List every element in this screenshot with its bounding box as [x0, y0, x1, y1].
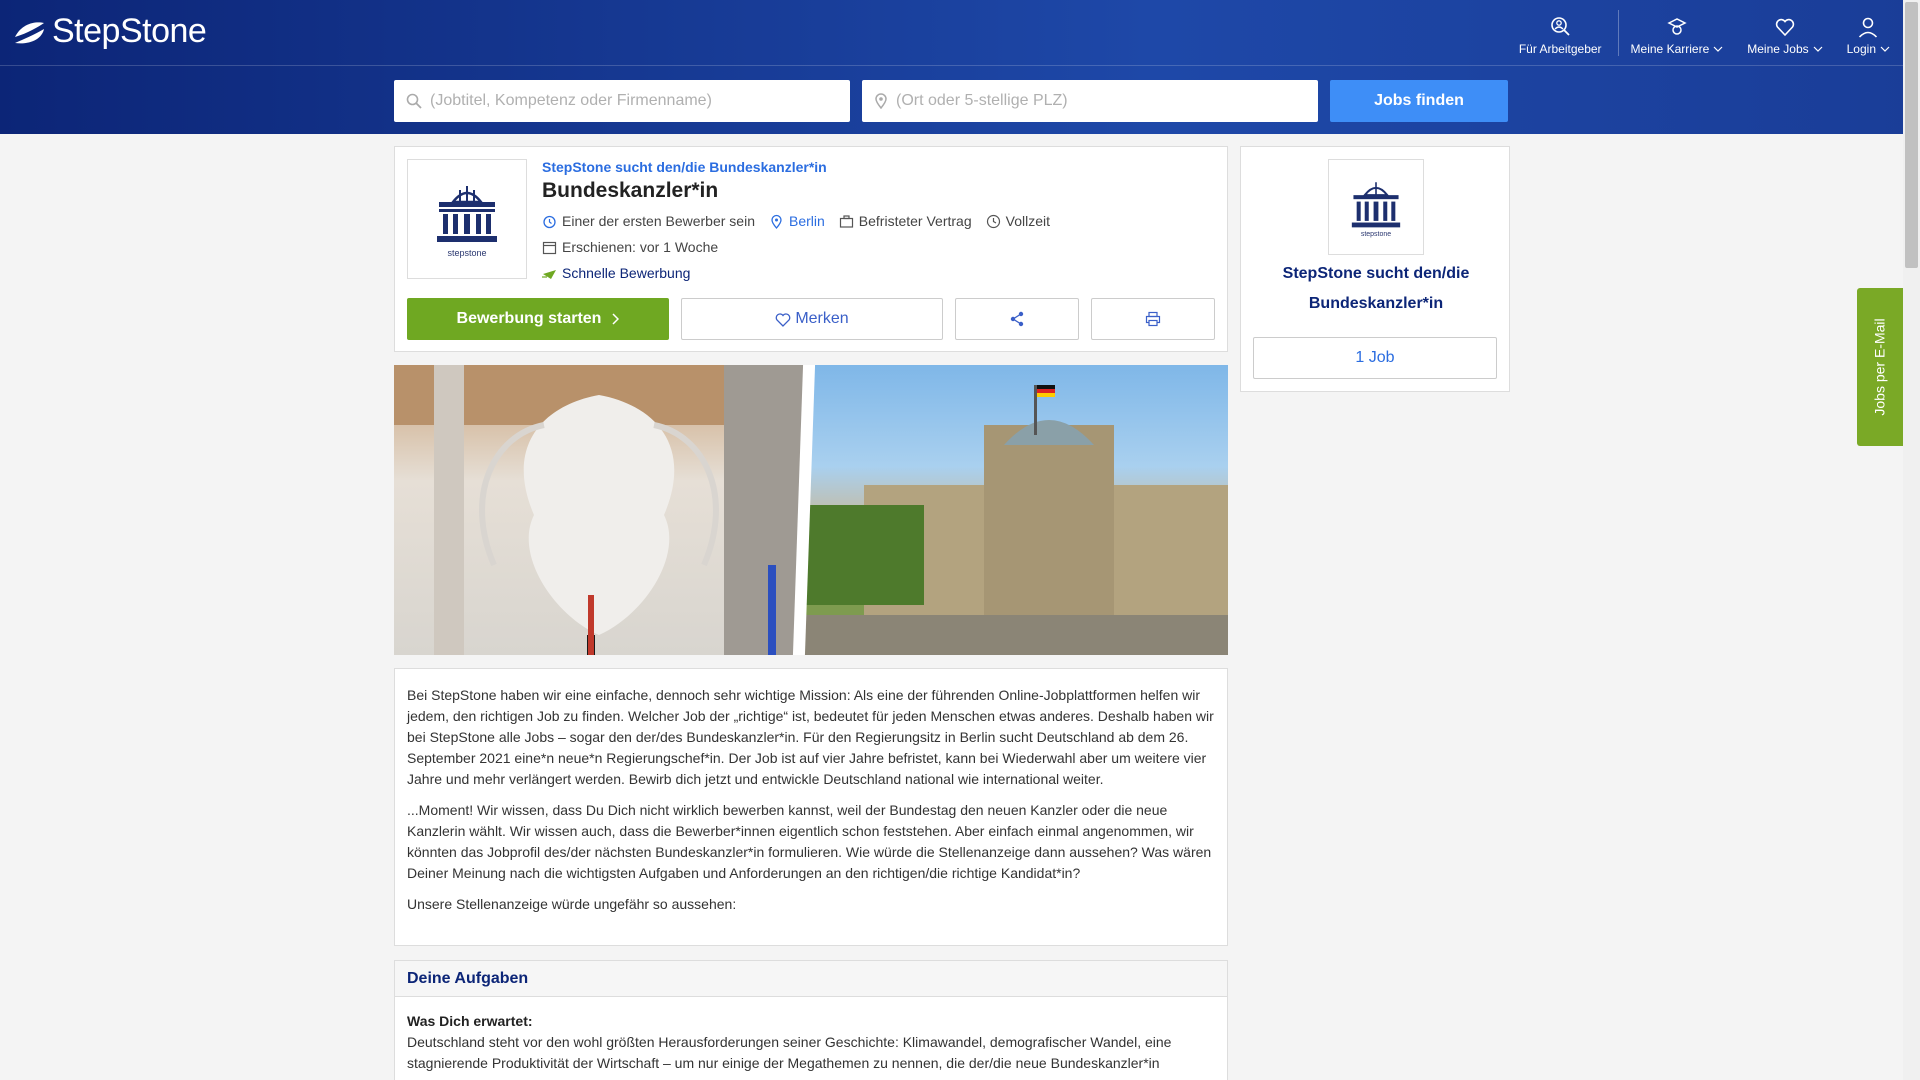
job-actions: Bewerbung starten Merken [407, 298, 1215, 340]
share-button[interactable] [955, 298, 1079, 340]
chevron-down-icon [1713, 46, 1723, 52]
tasks-heading: Deine Aufgaben [395, 961, 1227, 997]
eagle-illustration [394, 365, 804, 655]
eagle-photo [394, 365, 804, 655]
reichstag-logo-icon [1351, 181, 1401, 227]
early-applicant-text: Einer der ersten Bewerber sein [562, 213, 755, 229]
description-paragraph: Bei StepStone haben wir eine einfache, d… [407, 687, 1214, 787]
description-paragraph: Unsere Stellenanzeige würde ungefähr so … [407, 896, 737, 912]
description-paragraph: ...Moment! Wir wissen, dass Du Dich nich… [407, 802, 1212, 881]
main-nav: Für Arbeitgeber Meine Karriere Meine Job… [1507, 10, 1902, 56]
company-jobs-button[interactable]: 1 Job [1253, 337, 1497, 379]
published-text: Erschienen: vor 1 Woche [562, 239, 719, 255]
reichstag-illustration [804, 385, 1228, 655]
header-top-bar: StepStone Für Arbeitgeber Meine Karriere… [0, 0, 1920, 66]
alarm-clock-icon [543, 215, 556, 228]
worktime-text: Vollzeit [1005, 213, 1050, 229]
apply-button-label: Bewerbung starten [456, 310, 602, 327]
company-link[interactable]: StepStone sucht den/die Bundeskanzler*in [542, 159, 1050, 175]
location-pin-icon [875, 93, 887, 109]
save-job-button[interactable]: Merken [681, 298, 943, 340]
published-row: Erschienen: vor 1 Woche [542, 239, 1050, 255]
early-applicant-meta: Einer der ersten Bewerber sein [542, 213, 755, 229]
graduation-icon [1667, 18, 1687, 35]
company-logo[interactable]: stepstone [407, 159, 527, 279]
heart-icon [775, 312, 791, 327]
jobs-by-email-label: Jobs per E-Mail [1872, 318, 1889, 416]
job-title: Bundeskanzler*in [542, 179, 719, 202]
job-header-card: stepstone StepStone sucht den/die Bundes… [394, 146, 1228, 352]
keyword-search-input[interactable] [430, 92, 830, 110]
nav-career[interactable]: Meine Karriere [1619, 10, 1736, 56]
job-description: Bei StepStone haben wir eine einfache, d… [394, 668, 1228, 946]
tasks-subheading: Was Dich erwartet: [407, 1013, 533, 1029]
job-info: StepStone sucht den/die Bundeskanzler*in… [542, 159, 1050, 281]
published-meta: Erschienen: vor 1 Woche [542, 239, 718, 255]
location-search-box [862, 80, 1318, 122]
tasks-body: Was Dich erwartet: Deutschland steht vor… [395, 997, 1227, 1080]
print-button[interactable] [1091, 298, 1215, 340]
nav-jobs-label: Meine Jobs [1747, 42, 1809, 56]
chevron-right-icon [612, 313, 620, 325]
nav-employers[interactable]: Für Arbeitgeber [1507, 10, 1619, 56]
clock-icon [986, 214, 1000, 228]
location-pin-icon [771, 214, 782, 229]
share-icon [1010, 311, 1024, 327]
tasks-text: Deutschland steht vor den wohl größten H… [407, 1034, 1172, 1071]
chevron-down-icon [1880, 46, 1890, 52]
nav-career-label: Meine Karriere [1630, 42, 1710, 56]
sidebar-company-name[interactable]: StepStone sucht den/die Bundeskanzler*in [1251, 259, 1501, 319]
user-icon [1859, 17, 1878, 38]
fast-send-icon [542, 269, 556, 279]
sidebar-logo-caption: stepstone [1360, 230, 1392, 238]
logo-caption: stepstone [447, 248, 487, 258]
quick-apply-row: Schnelle Bewerbung [542, 265, 1050, 281]
heart-icon [1775, 18, 1795, 37]
search-icon [406, 93, 422, 109]
calendar-icon [542, 241, 557, 254]
sidebar-company-logo[interactable]: stepstone [1328, 159, 1424, 255]
jobs-by-email-tab[interactable]: Jobs per E-Mail [1857, 288, 1903, 446]
find-jobs-button[interactable]: Jobs finden [1330, 80, 1508, 122]
reichstag-photo [804, 365, 1228, 655]
stepstone-logo-icon [15, 21, 44, 43]
employer-search-icon [1551, 17, 1570, 36]
nav-login[interactable]: Login [1835, 10, 1902, 56]
nav-login-label: Login [1846, 42, 1876, 56]
job-meta-row: Einer der ersten Bewerber sein Berlin Be… [542, 213, 1050, 229]
contract-meta: Befristeter Vertrag [839, 213, 972, 229]
nav-employers-label: Für Arbeitgeber [1518, 42, 1602, 56]
scrollbar-thumb[interactable] [1905, 2, 1918, 268]
nav-jobs[interactable]: Meine Jobs [1735, 10, 1834, 56]
location-search-input[interactable] [896, 92, 1296, 110]
stepstone-logo[interactable]: StepStone [12, 12, 207, 51]
contract-text: Befristeter Vertrag [858, 213, 972, 229]
page-scrollbar[interactable] [1903, 0, 1920, 1080]
search-bar: Jobs finden [394, 80, 1508, 122]
company-sidebar: stepstone StepStone sucht den/die Bundes… [1240, 146, 1510, 392]
quick-apply-text: Schnelle Bewerbung [562, 265, 691, 281]
location-meta[interactable]: Berlin [769, 213, 825, 229]
worktime-meta: Vollzeit [986, 213, 1050, 229]
location-text: Berlin [789, 213, 825, 229]
chevron-down-icon [1813, 46, 1823, 52]
tasks-section: Deine Aufgaben Was Dich erwartet: Deutsc… [394, 960, 1228, 1080]
apply-button[interactable]: Bewerbung starten [407, 298, 669, 340]
reichstag-logo-icon [437, 186, 497, 242]
printer-icon [1145, 311, 1161, 327]
job-hero-image [394, 365, 1228, 655]
quick-apply-meta: Schnelle Bewerbung [542, 265, 690, 281]
save-button-label: Merken [795, 310, 849, 327]
briefcase-icon [839, 214, 853, 228]
site-header: StepStone Für Arbeitgeber Meine Karriere… [0, 0, 1920, 134]
brand-name: StepStone [52, 12, 207, 50]
keyword-search-box [394, 80, 850, 122]
